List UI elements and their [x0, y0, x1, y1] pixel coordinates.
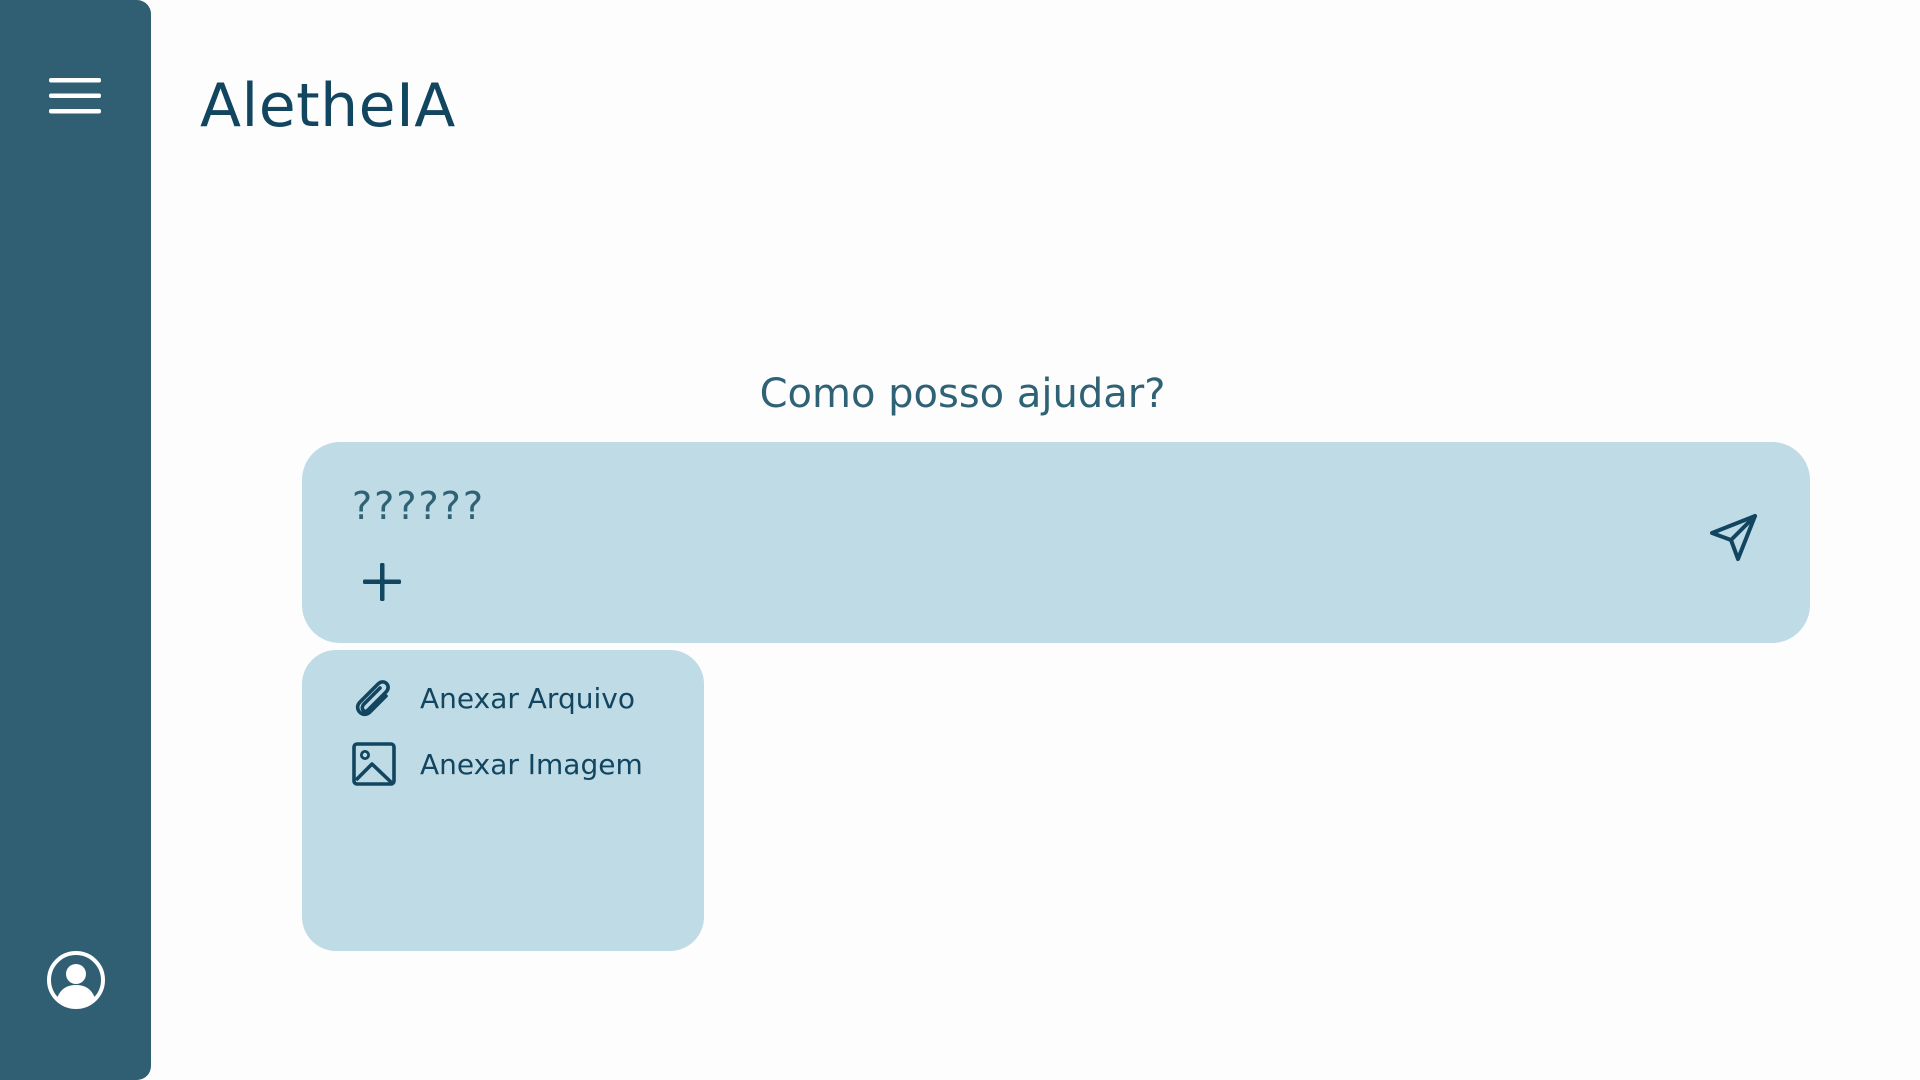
- attach-image-label: Anexar Imagem: [420, 747, 643, 781]
- plus-icon: [363, 563, 401, 601]
- attach-file-item[interactable]: Anexar Arquivo: [350, 670, 635, 726]
- send-paper-plane-icon: [1710, 514, 1757, 561]
- send-button[interactable]: [1704, 508, 1764, 568]
- image-icon: [350, 740, 398, 788]
- profile-button[interactable]: [44, 948, 108, 1012]
- paperclip-icon: [350, 674, 398, 722]
- attach-menu: Anexar Arquivo Anexar Imagem: [302, 650, 704, 951]
- menu-button[interactable]: [40, 68, 110, 124]
- sidebar: [0, 0, 151, 1080]
- user-circle-icon: [47, 951, 105, 1009]
- attach-image-item[interactable]: Anexar Imagem: [350, 736, 643, 792]
- chat-box: [302, 442, 1810, 643]
- prompt-heading: Como posso ajudar?: [759, 371, 1166, 417]
- chat-input[interactable]: [352, 478, 1652, 534]
- add-attachment-button[interactable]: [354, 554, 410, 610]
- attach-file-label: Anexar Arquivo: [420, 681, 635, 715]
- hamburger-menu-icon: [49, 78, 101, 114]
- app-title: AletheIA: [200, 71, 456, 141]
